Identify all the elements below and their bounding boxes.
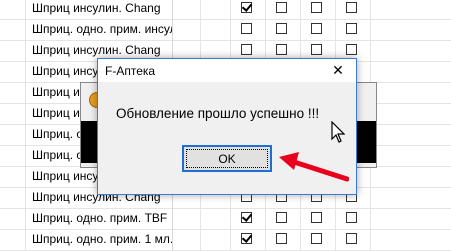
checkbox[interactable] [346,2,357,13]
checkbox[interactable] [346,44,357,55]
checkbox-cell [266,19,301,40]
product-name-cell: Шприц. одно. прим. TBF [26,208,173,229]
row-indicator-cell [0,187,26,208]
empty-cell [200,208,231,229]
checkbox-cell [231,229,266,250]
value-cell [369,229,451,250]
checkbox-cell [301,208,336,229]
product-name: Шприц. одно. прим. TBF [32,211,168,225]
checkbox[interactable] [346,23,357,34]
checkbox-cell [301,19,336,40]
row-indicator-cell [0,40,26,61]
table-row[interactable]: Шприц инсулин. Chang [0,0,451,20]
value-cell [369,61,451,82]
row-indicator-cell [0,61,26,82]
value-cell [369,40,451,61]
checkbox[interactable] [241,233,252,244]
checkbox[interactable] [241,23,252,34]
row-indicator-cell [0,208,26,229]
row-indicator-cell [0,103,26,124]
row-indicator-cell [0,166,26,187]
checkbox-cell [336,0,371,19]
close-icon[interactable]: ✕ [330,62,346,78]
product-name-cell: Шприц инсулин. Chang [26,0,173,19]
row-indicator-cell [0,229,26,250]
table-row[interactable]: Шприц. одно. прим. 1 мл. [0,229,451,251]
product-name: Шприц. одно. прим. инсул [32,22,173,36]
red-arrow-icon [279,152,349,182]
mouse-cursor-icon [331,121,345,143]
empty-cell [200,229,231,250]
table-row[interactable]: Шприц. одно. прим. TBF [0,208,451,230]
checkbox-cell [231,19,266,40]
checkbox-cell [231,208,266,229]
value-cell [369,208,451,229]
row-indicator-cell [0,19,26,40]
value-cell [369,187,451,208]
checkbox-cell [266,208,301,229]
row-indicator-cell [0,82,26,103]
value-cell [369,82,451,103]
value-cell [369,0,451,19]
value-cell [369,19,451,40]
product-name: Шприц инсулин. Chang [32,43,161,57]
checkbox[interactable] [311,44,322,55]
checkbox[interactable] [241,212,252,223]
checkbox[interactable] [311,2,322,13]
checkbox[interactable] [311,23,322,34]
checkbox[interactable] [276,233,287,244]
product-name-cell: Шприц. одно. прим. 1 мл. [26,229,173,250]
product-name-cell: Шприц. одно. прим. инсул [26,19,173,40]
value-cell [369,145,451,166]
empty-cell [200,0,231,19]
checkbox-cell [336,229,371,250]
checkbox-cell [301,229,336,250]
ok-button[interactable]: OK [182,145,272,172]
checkbox[interactable] [276,44,287,55]
checkbox[interactable] [241,2,252,13]
checkbox-cell [266,229,301,250]
dialog-title: F-Аптека [105,64,156,78]
checkbox-cell [231,0,266,19]
row-indicator-cell [0,145,26,166]
checkbox[interactable] [276,23,287,34]
checkbox[interactable] [311,233,322,244]
product-name: Шприц инсулин. Chang [32,1,161,15]
checkbox[interactable] [346,233,357,244]
checkbox[interactable] [241,44,252,55]
value-cell [369,124,451,145]
value-cell [369,103,451,124]
checkbox-cell [336,19,371,40]
dialog-message: Обновление прошло успешно !!! [116,106,320,121]
checkbox-cell [301,0,336,19]
value-cell [369,166,451,187]
checkbox[interactable] [311,212,322,223]
checkbox[interactable] [346,212,357,223]
checkbox[interactable] [276,2,287,13]
empty-cell [172,19,201,40]
row-indicator-cell [0,0,26,19]
empty-cell [200,19,231,40]
empty-cell [172,208,201,229]
empty-cell [172,0,201,19]
empty-cell [172,229,201,250]
checkbox-cell [336,208,371,229]
checkbox[interactable] [276,212,287,223]
table-row[interactable]: Шприц. одно. прим. инсул [0,19,451,41]
product-name: Шприц. одно. прим. 1 мл. [32,232,173,246]
row-indicator-cell [0,124,26,145]
checkbox-cell [266,0,301,19]
